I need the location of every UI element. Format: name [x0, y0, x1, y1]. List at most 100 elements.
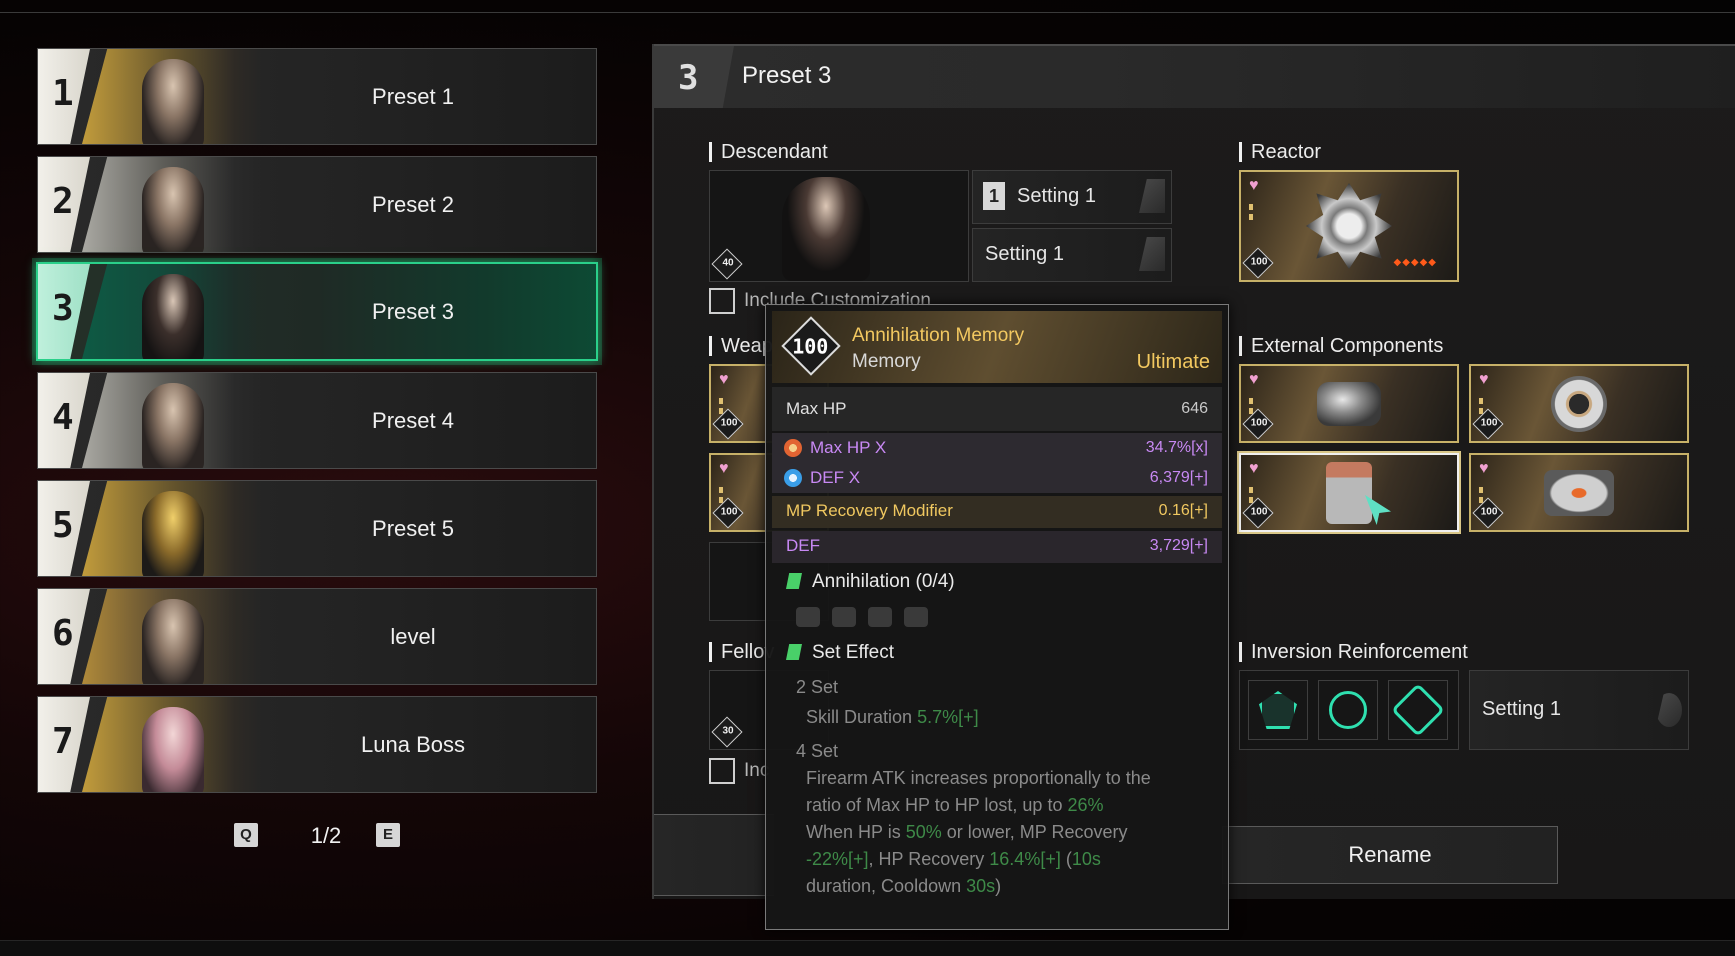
- preset-number-badge: 5: [38, 481, 90, 576]
- tooltip-stat-row: MP Recovery Modifier 0.16[+]: [772, 496, 1222, 528]
- external-component-slot-2[interactable]: ♥ 100: [1469, 364, 1689, 443]
- setting-deco-icon: [1139, 179, 1165, 213]
- descendant-portrait: [142, 383, 204, 468]
- stat-value: 34.7%[x]: [1145, 439, 1208, 456]
- rank-dots: ◆◆◆◆◆: [1393, 257, 1437, 268]
- preset-card-2[interactable]: 2 Preset 2: [37, 156, 597, 253]
- preset-card-4[interactable]: 4 Preset 4: [37, 372, 597, 469]
- diamond-plus-icon: [1391, 683, 1445, 737]
- preset-card-6[interactable]: 6 level: [37, 588, 597, 685]
- action-bar-left: [654, 814, 774, 896]
- tooltip-base-stat: Max HP 646: [772, 387, 1222, 431]
- descendant-section-title: Descendant: [709, 142, 828, 162]
- preset-label: Preset 4: [372, 408, 454, 433]
- level-badge: 100: [1472, 497, 1504, 529]
- tooltip-rarity: Ultimate: [1136, 351, 1210, 373]
- tooltip-header: 100 Annihilation Memory Memory Ultimate: [772, 311, 1222, 383]
- item-tooltip: 100 Annihilation Memory Memory Ultimate …: [765, 304, 1229, 930]
- heart-icon: ♥: [719, 371, 729, 388]
- detail-header: 3 Preset 3: [654, 44, 1735, 108]
- set-piece-icon: [796, 607, 820, 627]
- level-badge: 100: [712, 408, 744, 440]
- descendant-portrait: [142, 599, 204, 684]
- processor-icon: [1544, 469, 1614, 516]
- heart-icon: ♥: [719, 460, 729, 477]
- descendant-portrait: [142, 167, 204, 252]
- tooltip-item-name: Annihilation Memory: [852, 325, 1025, 346]
- preset-card-5[interactable]: 5 Preset 5: [37, 480, 597, 577]
- include-customization-checkbox[interactable]: [709, 288, 735, 314]
- set-icon: [786, 644, 802, 660]
- set-effect-title: Set Effect: [812, 642, 895, 663]
- page-indicator: 1/2: [310, 823, 342, 848]
- set-icon: [786, 573, 802, 589]
- preset-label: Preset 1: [372, 84, 454, 109]
- four-set-title: 4 Set: [796, 741, 839, 761]
- set-name: Annihilation (0/4): [812, 571, 955, 592]
- preset-label: Preset 2: [372, 192, 454, 217]
- preset-portrait-art: [82, 697, 262, 792]
- stat-name: MP Recovery Modifier: [786, 501, 953, 520]
- setting-deco-icon: [1656, 693, 1682, 727]
- inversion-node-3[interactable]: [1388, 680, 1448, 740]
- reactor-slot[interactable]: ♥ 100 ◆◆◆◆◆: [1239, 170, 1459, 282]
- preset-number-badge: 3: [38, 264, 90, 359]
- stat-value: 6,379[+]: [1149, 469, 1208, 486]
- descendant-portrait: [142, 274, 204, 359]
- descendant-portrait: [142, 707, 204, 792]
- level-badge: 40: [711, 248, 743, 280]
- stat-name: DEF X: [810, 468, 861, 487]
- preset-portrait-art: [82, 264, 262, 359]
- stat-value: 0.16[+]: [1158, 502, 1208, 519]
- reactor-section-title: Reactor: [1239, 142, 1321, 162]
- stat-name: Max HP: [786, 399, 847, 418]
- bottom-bar: [0, 940, 1735, 956]
- descendant-setting-top[interactable]: 1 Setting 1: [972, 170, 1172, 224]
- descendant-setting-bottom[interactable]: Setting 1: [972, 228, 1172, 282]
- preset-card-7[interactable]: 7 Luna Boss: [37, 696, 597, 793]
- descendant-slot[interactable]: 40: [709, 170, 969, 282]
- two-set-text: Skill Duration 5.7%[+]: [806, 707, 979, 727]
- four-set-text: Firearm ATK increases proportionally to …: [806, 768, 1151, 896]
- inversion-node-1[interactable]: [1248, 680, 1308, 740]
- def-icon: [784, 469, 802, 487]
- preset-portrait-art: [82, 157, 262, 252]
- stat-value: 3,729[+]: [1149, 537, 1208, 554]
- prev-page-key[interactable]: Q: [234, 823, 258, 847]
- set-piece-icon: [832, 607, 856, 627]
- tooltip-stat-row: DEF X 6,379[+]: [772, 463, 1222, 493]
- preset-portrait-art: [82, 49, 262, 144]
- level-badge: 100: [1242, 408, 1274, 440]
- preset-label: Preset 5: [372, 516, 454, 541]
- external-component-slot-1[interactable]: ♥ 100: [1239, 364, 1459, 443]
- weapons-section-title: Weap: [709, 336, 773, 356]
- preset-card-1[interactable]: 1 Preset 1: [37, 48, 597, 145]
- preset-card-3[interactable]: 3 Preset 3: [36, 262, 598, 361]
- two-set-title: 2 Set: [796, 677, 839, 697]
- preset-portrait-art: [82, 481, 262, 576]
- level-badge: 100: [1242, 497, 1274, 529]
- stat-name: DEF: [786, 536, 820, 555]
- inversion-node-2[interactable]: [1318, 680, 1378, 740]
- level-badge: 100: [712, 497, 744, 529]
- descendant-portrait: [142, 491, 204, 576]
- external-component-slot-4[interactable]: ♥ 100: [1469, 453, 1689, 532]
- set-name-heading: Annihilation (0/4): [786, 571, 955, 593]
- external-components-section-title: External Components: [1239, 336, 1443, 356]
- memory-icon: [1326, 461, 1372, 524]
- setting-label: Setting 1: [985, 243, 1064, 265]
- set-piece-icons: [796, 607, 940, 631]
- next-page-key[interactable]: E: [376, 823, 400, 847]
- top-divider: [0, 12, 1735, 13]
- heart-icon: ♥: [1249, 371, 1259, 388]
- hp-icon: [784, 439, 802, 457]
- tooltip-item-type: Memory: [852, 351, 921, 372]
- inversion-setting-button[interactable]: Setting 1: [1469, 670, 1689, 750]
- sensor-icon: [1551, 375, 1607, 432]
- fellow-include-checkbox[interactable]: [709, 758, 735, 784]
- preset-pager: Q 1/2 E: [234, 823, 404, 851]
- external-component-slot-3[interactable]: ♥ 100: [1239, 453, 1459, 532]
- set-effect-heading: Set Effect: [786, 642, 894, 664]
- rename-button[interactable]: Rename: [1222, 826, 1558, 884]
- set-piece-icon: [868, 607, 892, 627]
